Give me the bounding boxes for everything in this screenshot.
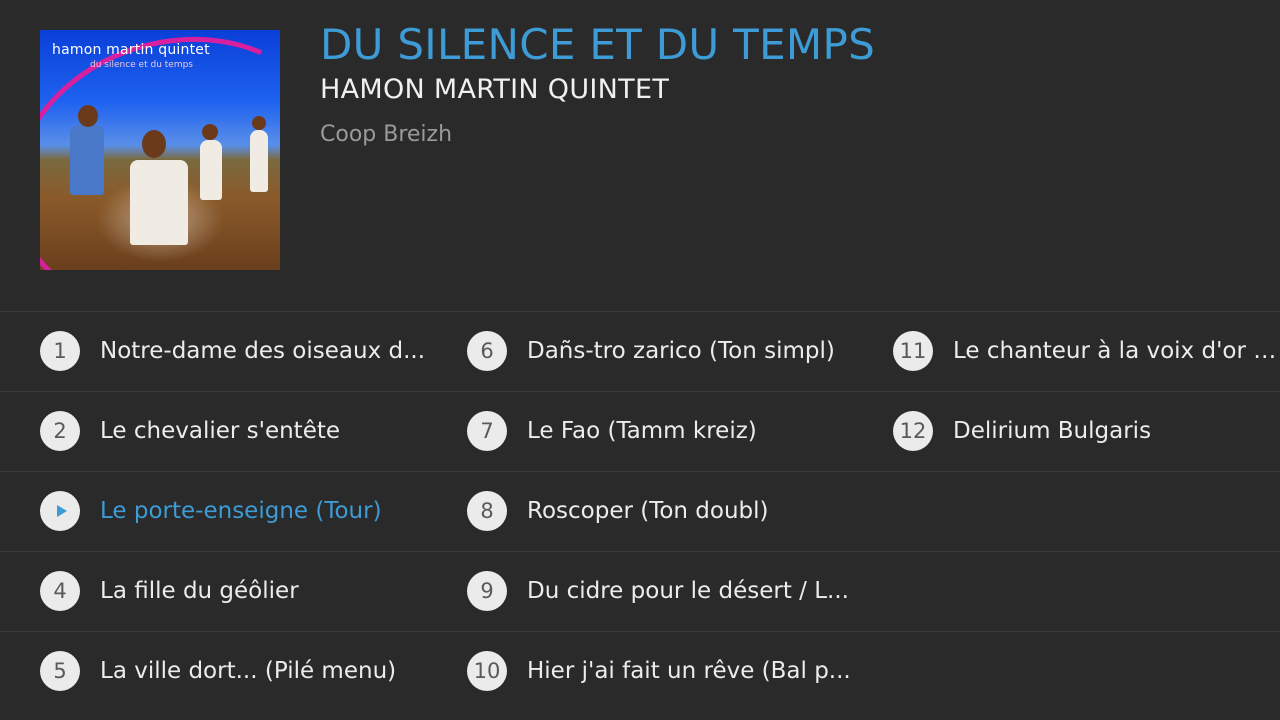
album-title: DU SILENCE ET DU TEMPS bbox=[320, 20, 876, 69]
track-title: Le Fao (Tamm kreiz) bbox=[527, 418, 757, 444]
track-title: Le chanteur à la voix d'or (... bbox=[953, 338, 1280, 364]
track-title: Dañs-tro zarico (Ton simpl) bbox=[527, 338, 835, 364]
track-item[interactable]: 8 Roscoper (Ton doubl) bbox=[467, 471, 853, 551]
track-number: 11 bbox=[893, 331, 933, 371]
track-number: 4 bbox=[40, 571, 80, 611]
track-item[interactable]: 4 La fille du géôlier bbox=[40, 551, 426, 631]
track-title: Hier j'ai fait un rêve (Bal p... bbox=[527, 658, 851, 684]
album-cover: hamon martin quintet du silence et du te… bbox=[40, 30, 280, 270]
track-title: La ville dort... (Pilé menu) bbox=[100, 658, 397, 684]
track-number: 8 bbox=[467, 491, 507, 531]
cover-figure-head bbox=[252, 116, 266, 130]
track-number: 1 bbox=[40, 331, 80, 371]
track-item[interactable]: 9 Du cidre pour le désert / L... bbox=[467, 551, 853, 631]
play-icon bbox=[40, 491, 80, 531]
track-item[interactable]: 1 Notre-dame des oiseaux d... bbox=[40, 311, 426, 391]
track-title: Notre-dame des oiseaux d... bbox=[100, 338, 426, 364]
track-number: 5 bbox=[40, 651, 80, 691]
track-item[interactable]: 7 Le Fao (Tamm kreiz) bbox=[467, 391, 853, 471]
cover-figure-head bbox=[78, 105, 98, 127]
track-item-now-playing[interactable]: Le porte-enseigne (Tour) bbox=[40, 471, 426, 551]
cover-figure bbox=[200, 140, 222, 200]
track-item[interactable]: 5 La ville dort... (Pilé menu) bbox=[40, 631, 426, 711]
cover-figure bbox=[130, 160, 188, 245]
track-title: Le chevalier s'entête bbox=[100, 418, 341, 444]
track-item[interactable]: 12 Delirium Bulgaris bbox=[893, 391, 1280, 471]
track-number: 9 bbox=[467, 571, 507, 611]
track-list: 1 Notre-dame des oiseaux d... 2 Le cheva… bbox=[0, 311, 1280, 720]
record-label: Coop Breizh bbox=[320, 122, 453, 147]
track-title: Du cidre pour le désert / L... bbox=[527, 578, 849, 604]
cover-figure-head bbox=[202, 124, 218, 140]
cover-subtitle: du silence et du temps bbox=[90, 60, 193, 70]
cover-figure-head bbox=[142, 130, 166, 158]
track-number: 2 bbox=[40, 411, 80, 451]
cover-figure bbox=[250, 130, 268, 192]
cover-title: hamon martin quintet bbox=[52, 42, 210, 58]
track-item[interactable]: 6 Dañs-tro zarico (Ton simpl) bbox=[467, 311, 853, 391]
track-title: Delirium Bulgaris bbox=[953, 418, 1152, 444]
cover-figure bbox=[70, 125, 104, 195]
track-number: 12 bbox=[893, 411, 933, 451]
track-title: Le porte-enseigne (Tour) bbox=[100, 498, 382, 524]
track-title: Roscoper (Ton doubl) bbox=[527, 498, 769, 524]
track-number: 10 bbox=[467, 651, 507, 691]
track-title: La fille du géôlier bbox=[100, 578, 299, 604]
track-number: 7 bbox=[467, 411, 507, 451]
track-item[interactable]: 2 Le chevalier s'entête bbox=[40, 391, 426, 471]
track-item[interactable]: 11 Le chanteur à la voix d'or (... bbox=[893, 311, 1280, 391]
artist-name[interactable]: HAMON MARTIN QUINTET bbox=[320, 74, 669, 105]
track-number: 6 bbox=[467, 331, 507, 371]
track-item[interactable]: 10 Hier j'ai fait un rêve (Bal p... bbox=[467, 631, 853, 711]
